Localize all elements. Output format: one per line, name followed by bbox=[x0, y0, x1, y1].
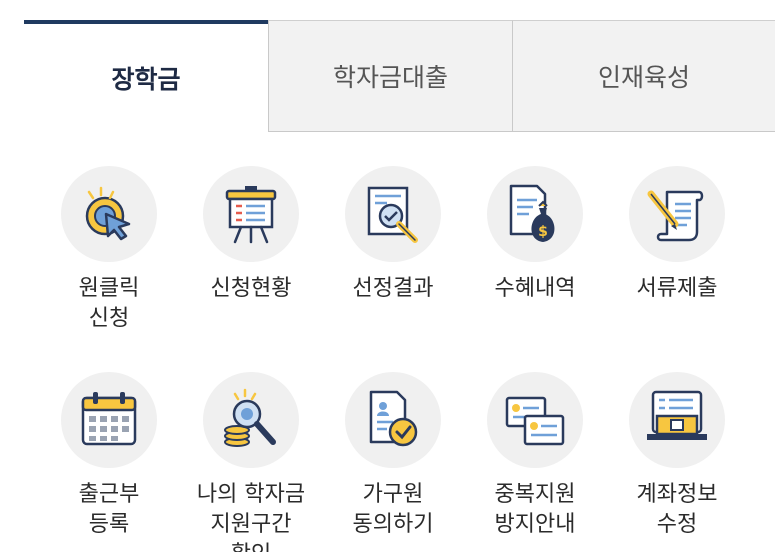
menu-item-label: 수혜내역 bbox=[494, 276, 576, 301]
menu-item-one-click-apply[interactable]: 원클릭 신청 bbox=[38, 166, 180, 334]
menu-item-selection-result[interactable]: 선정결과 bbox=[322, 166, 464, 334]
menu-item-label: 나의 학자금지원구간확인 bbox=[196, 482, 306, 552]
menu-item-label: 출근부 등록 bbox=[78, 482, 140, 537]
money-bag-document-icon: $ bbox=[509, 184, 555, 242]
icon-circle: $ bbox=[487, 166, 583, 262]
menu-item-document-submission[interactable]: 서류제출 bbox=[606, 166, 748, 334]
cursor-click-icon bbox=[85, 186, 131, 241]
icon-circle bbox=[203, 166, 299, 262]
menu-row: 출근부등록 나의 학자금지원구간확인 bbox=[38, 372, 758, 552]
menu-item-duplicate-support-guide[interactable]: 중복지원 방지안내 bbox=[464, 372, 606, 552]
menu-item-attendance-register[interactable]: 출근부 등록 bbox=[38, 372, 180, 552]
presentation-board-icon bbox=[225, 186, 277, 244]
icon-circle bbox=[61, 166, 157, 262]
coins-magnifier-icon bbox=[224, 388, 276, 447]
menu-item-support-tier-check[interactable]: 나의 학자금지원구간확인 bbox=[180, 372, 322, 552]
icon-circle bbox=[487, 372, 583, 468]
menu-item-benefit-history[interactable]: $ 수혜내역 bbox=[464, 166, 606, 334]
bank-account-icon bbox=[647, 390, 707, 440]
icon-circle bbox=[629, 166, 725, 262]
menu-item-label: 중복지원 방지안내 bbox=[494, 482, 576, 537]
icon-circle bbox=[203, 372, 299, 468]
menu-row: 원클릭 신청 신청현황 선정결과 $ 수혜내역 서류제출 bbox=[38, 166, 758, 334]
svg-text:$: $ bbox=[538, 224, 548, 240]
document-check-icon bbox=[369, 390, 418, 447]
menu-item-label: 가구원 동의하기 bbox=[352, 482, 434, 537]
menu-item-label: 서류제출 bbox=[636, 276, 718, 301]
icon-circle bbox=[345, 166, 441, 262]
menu-item-account-info-edit[interactable]: 계좌정보 수정 bbox=[606, 372, 748, 552]
icon-circle bbox=[345, 372, 441, 468]
document-magnifier-icon bbox=[367, 186, 418, 243]
menu-item-label: 계좌정보 수정 bbox=[636, 482, 718, 537]
menu-item-label: 선정결과 bbox=[352, 276, 434, 301]
menu-item-label: 원클릭 신청 bbox=[78, 276, 140, 331]
tab-student-loan[interactable]: 학자금대출 bbox=[268, 20, 512, 132]
duplicate-cards-icon bbox=[505, 396, 565, 446]
tab-bar: 장학금 학자금대출 인재육성 bbox=[24, 20, 775, 132]
tab-talent-development[interactable]: 인재육성 bbox=[512, 20, 775, 132]
menu-grid: 원클릭 신청 신청현황 선정결과 $ 수혜내역 서류제출 출근부 등록 나의 학… bbox=[38, 166, 758, 552]
scroll-pen-icon bbox=[647, 190, 704, 242]
icon-circle bbox=[61, 372, 157, 468]
calendar-icon bbox=[81, 392, 137, 446]
menu-item-application-status[interactable]: 신청현황 bbox=[180, 166, 322, 334]
menu-item-label: 신청현황 bbox=[210, 276, 292, 301]
icon-circle bbox=[629, 372, 725, 468]
tab-scholarship[interactable]: 장학금 bbox=[24, 20, 268, 132]
menu-item-household-consent[interactable]: 가구원 동의하기 bbox=[322, 372, 464, 552]
